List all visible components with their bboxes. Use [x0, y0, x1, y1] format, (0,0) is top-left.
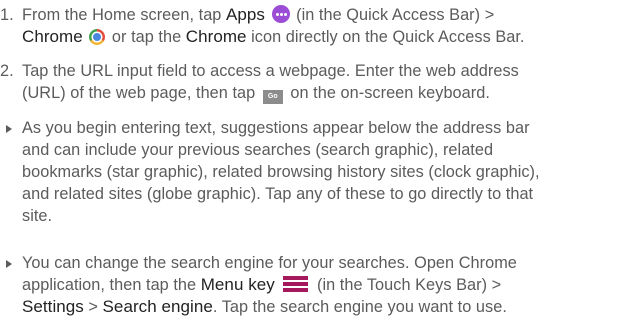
bullet-2-line-2: application, then tap the Menu key (in t… [22, 275, 502, 294]
bullet-suggestions: As you begin entering text, suggestions … [0, 117, 618, 227]
chrome-label: Chrome [22, 27, 83, 46]
bullet-1-line-1: As you begin entering text, suggestions … [22, 119, 530, 137]
step-1-number: 1. [0, 6, 14, 24]
bullet-1-line-4: and related sites (globe graphic). Tap a… [22, 185, 534, 203]
bullet-search-engine: You can change the search engine for you… [0, 252, 618, 318]
bullet-1-line-3: bookmarks (star graphic), related browsi… [22, 163, 540, 181]
chrome-label-2: Chrome [185, 27, 247, 46]
bullet-arrow-icon [6, 260, 12, 268]
step-1-line-2: Chrome or tap the Chrome icon directly o… [22, 27, 525, 46]
bullet-2-line-1: You can change the search engine for you… [22, 254, 517, 272]
step-1-line-1: 1. From the Home screen, tap Apps (in the… [0, 5, 495, 24]
chrome-icon [89, 29, 106, 45]
search-engine-label: Search engine [102, 297, 213, 316]
settings-label: Settings [22, 297, 84, 316]
bullet-arrow-icon [6, 125, 12, 133]
bullet-1-line-2: and can include your previous searches (… [22, 141, 494, 159]
go-key-icon: Go [262, 90, 283, 104]
step-2-line-1: 2. Tap the URL input field to access a we… [0, 62, 519, 80]
step-1: 1. From the Home screen, tap Apps (in the… [0, 4, 618, 48]
bullet-1-line-5: site. [22, 207, 53, 225]
apps-label: Apps [226, 5, 265, 24]
menu-key-icon [283, 275, 309, 292]
bullet-2-line-3: Settings > Search engine. Tap the search… [22, 297, 507, 316]
menu-key-label: Menu key [200, 275, 275, 294]
apps-icon [271, 5, 290, 23]
step-2-number: 2. [0, 62, 14, 80]
step-2: 2. Tap the URL input field to access a we… [0, 60, 618, 104]
step-2-line-2: (URL) of the web page, then tap Go on th… [22, 84, 490, 104]
